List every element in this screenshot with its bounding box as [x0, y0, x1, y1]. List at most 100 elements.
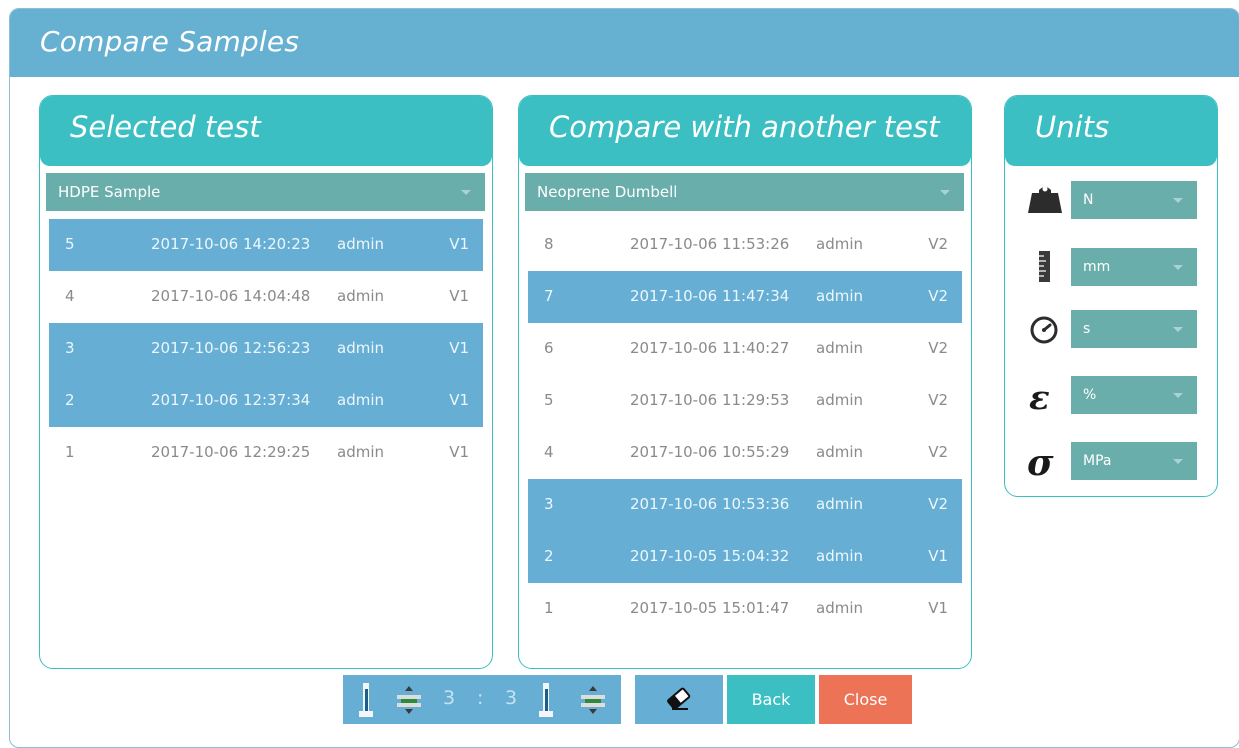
units-header: Units [1005, 96, 1217, 166]
selection-counter: 3 : 3 [343, 675, 621, 724]
selected-test-header: Selected test [40, 96, 492, 166]
row-user: admin [816, 287, 863, 305]
table-row[interactable]: 5 2017-10-06 11:29:53 admin V2 [528, 375, 962, 427]
chevron-down-icon [1173, 459, 1183, 464]
row-version: V1 [449, 339, 469, 357]
chevron-down-icon [1173, 393, 1183, 398]
compare-test-panel: Compare with another test Neoprene Dumbe… [518, 95, 972, 669]
row-version: V1 [928, 547, 948, 565]
back-button[interactable]: Back [727, 675, 815, 724]
stress-unit-row: σ MPa [1025, 441, 1200, 481]
chevron-down-icon [461, 190, 471, 195]
clear-selection-button[interactable] [635, 675, 723, 724]
stopwatch-icon [1030, 316, 1058, 344]
stress-sigma-icon: σ [1027, 442, 1054, 481]
row-user: admin [816, 495, 863, 513]
selected-sample-dropdown[interactable]: HDPE Sample [46, 173, 485, 211]
table-row[interactable]: 1 2017-10-06 12:29:25 admin V1 [49, 427, 483, 479]
table-row[interactable]: 2 2017-10-05 15:04:32 admin V1 [528, 531, 962, 583]
time-unit-dropdown[interactable]: s [1071, 310, 1197, 348]
eraser-icon [667, 687, 691, 710]
force-unit-value: N [1083, 192, 1094, 208]
selected-test-panel: Selected test HDPE Sample 5 2017-10-06 14… [39, 95, 493, 669]
row-id: 3 [544, 495, 554, 513]
compare-sample-dropdown[interactable]: Neoprene Dumbell [525, 173, 964, 211]
strain-unit-dropdown[interactable]: % [1071, 376, 1197, 414]
table-row[interactable]: 8 2017-10-06 11:53:26 admin V2 [528, 219, 962, 271]
table-row[interactable]: 7 2017-10-06 11:47:34 admin V2 [528, 271, 962, 323]
row-id: 8 [544, 235, 554, 253]
compare-test-list: 8 2017-10-06 11:53:26 admin V2 7 2017-10-06 1… [528, 219, 962, 635]
row-id: 4 [65, 287, 75, 305]
compare-samples-dialog: Compare Samples Selected test HDPE Sampl… [9, 8, 1239, 748]
row-version: V2 [928, 495, 948, 513]
stress-unit-dropdown[interactable]: MPa [1071, 442, 1197, 480]
row-version: V1 [449, 443, 469, 461]
svg-text:σ: σ [1027, 442, 1054, 481]
row-user: admin [337, 235, 384, 253]
row-date: 2017-10-06 14:04:48 [151, 287, 311, 305]
table-row[interactable]: 2 2017-10-06 12:37:34 admin V1 [49, 375, 483, 427]
tensile-machine-icon [539, 683, 553, 717]
selected-test-list: 5 2017-10-06 14:20:23 admin V1 4 2017-10-06 1… [49, 219, 483, 479]
row-date: 2017-10-05 15:04:32 [630, 547, 790, 565]
chevron-down-icon [1173, 265, 1183, 270]
row-id: 3 [65, 339, 75, 357]
ruler-icon [1039, 251, 1050, 282]
compare-test-title: Compare with another test [549, 110, 940, 144]
row-user: admin [816, 339, 863, 357]
length-unit-row: mm [1025, 247, 1200, 287]
table-row[interactable]: 6 2017-10-06 11:40:27 admin V2 [528, 323, 962, 375]
row-id: 2 [544, 547, 554, 565]
row-id: 1 [65, 443, 75, 461]
title-bar: Compare Samples [10, 9, 1239, 77]
length-unit-dropdown[interactable]: mm [1071, 248, 1197, 286]
row-date: 2017-10-06 12:37:34 [151, 391, 311, 409]
weight-icon [1028, 186, 1062, 213]
row-user: admin [816, 599, 863, 617]
row-user: admin [337, 443, 384, 461]
time-unit-row: s [1025, 309, 1200, 349]
row-id: 1 [544, 599, 554, 617]
stress-unit-value: MPa [1083, 453, 1112, 469]
row-user: admin [816, 547, 863, 565]
close-button[interactable]: Close [819, 675, 912, 724]
row-date: 2017-10-06 14:20:23 [151, 235, 311, 253]
table-row[interactable]: 1 2017-10-05 15:01:47 admin V1 [528, 583, 962, 635]
row-date: 2017-10-06 11:40:27 [630, 339, 790, 357]
grip-distance-icon [581, 686, 605, 714]
strain-unit-row: ε % [1025, 375, 1200, 415]
force-unit-dropdown[interactable]: N [1071, 181, 1197, 219]
selected-count: 3 [443, 687, 456, 709]
row-date: 2017-10-06 11:29:53 [630, 391, 790, 409]
row-version: V1 [449, 391, 469, 409]
row-date: 2017-10-06 12:56:23 [151, 339, 311, 357]
row-id: 5 [544, 391, 554, 409]
svg-text:ε: ε [1029, 378, 1050, 415]
row-date: 2017-10-06 10:53:36 [630, 495, 790, 513]
row-id: 2 [65, 391, 75, 409]
length-unit-value: mm [1083, 259, 1111, 275]
row-date: 2017-10-06 11:53:26 [630, 235, 790, 253]
table-row[interactable]: 3 2017-10-06 10:53:36 admin V2 [528, 479, 962, 531]
compare-sample-value: Neoprene Dumbell [537, 183, 678, 201]
table-row[interactable]: 3 2017-10-06 12:56:23 admin V1 [49, 323, 483, 375]
row-user: admin [816, 443, 863, 461]
table-row[interactable]: 5 2017-10-06 14:20:23 admin V1 [49, 219, 483, 271]
table-row[interactable]: 4 2017-10-06 14:04:48 admin V1 [49, 271, 483, 323]
row-user: admin [337, 287, 384, 305]
row-user: admin [816, 235, 863, 253]
row-id: 4 [544, 443, 554, 461]
force-unit-row: N [1025, 180, 1200, 220]
row-version: V2 [928, 391, 948, 409]
row-date: 2017-10-06 11:47:34 [630, 287, 790, 305]
compare-count: 3 [505, 687, 518, 709]
count-separator: : [477, 687, 484, 709]
dialog-title: Compare Samples [40, 25, 300, 58]
row-version: V2 [928, 339, 948, 357]
row-date: 2017-10-05 15:01:47 [630, 599, 790, 617]
table-row[interactable]: 4 2017-10-06 10:55:29 admin V2 [528, 427, 962, 479]
row-version: V1 [449, 287, 469, 305]
row-version: V1 [928, 599, 948, 617]
row-id: 6 [544, 339, 554, 357]
